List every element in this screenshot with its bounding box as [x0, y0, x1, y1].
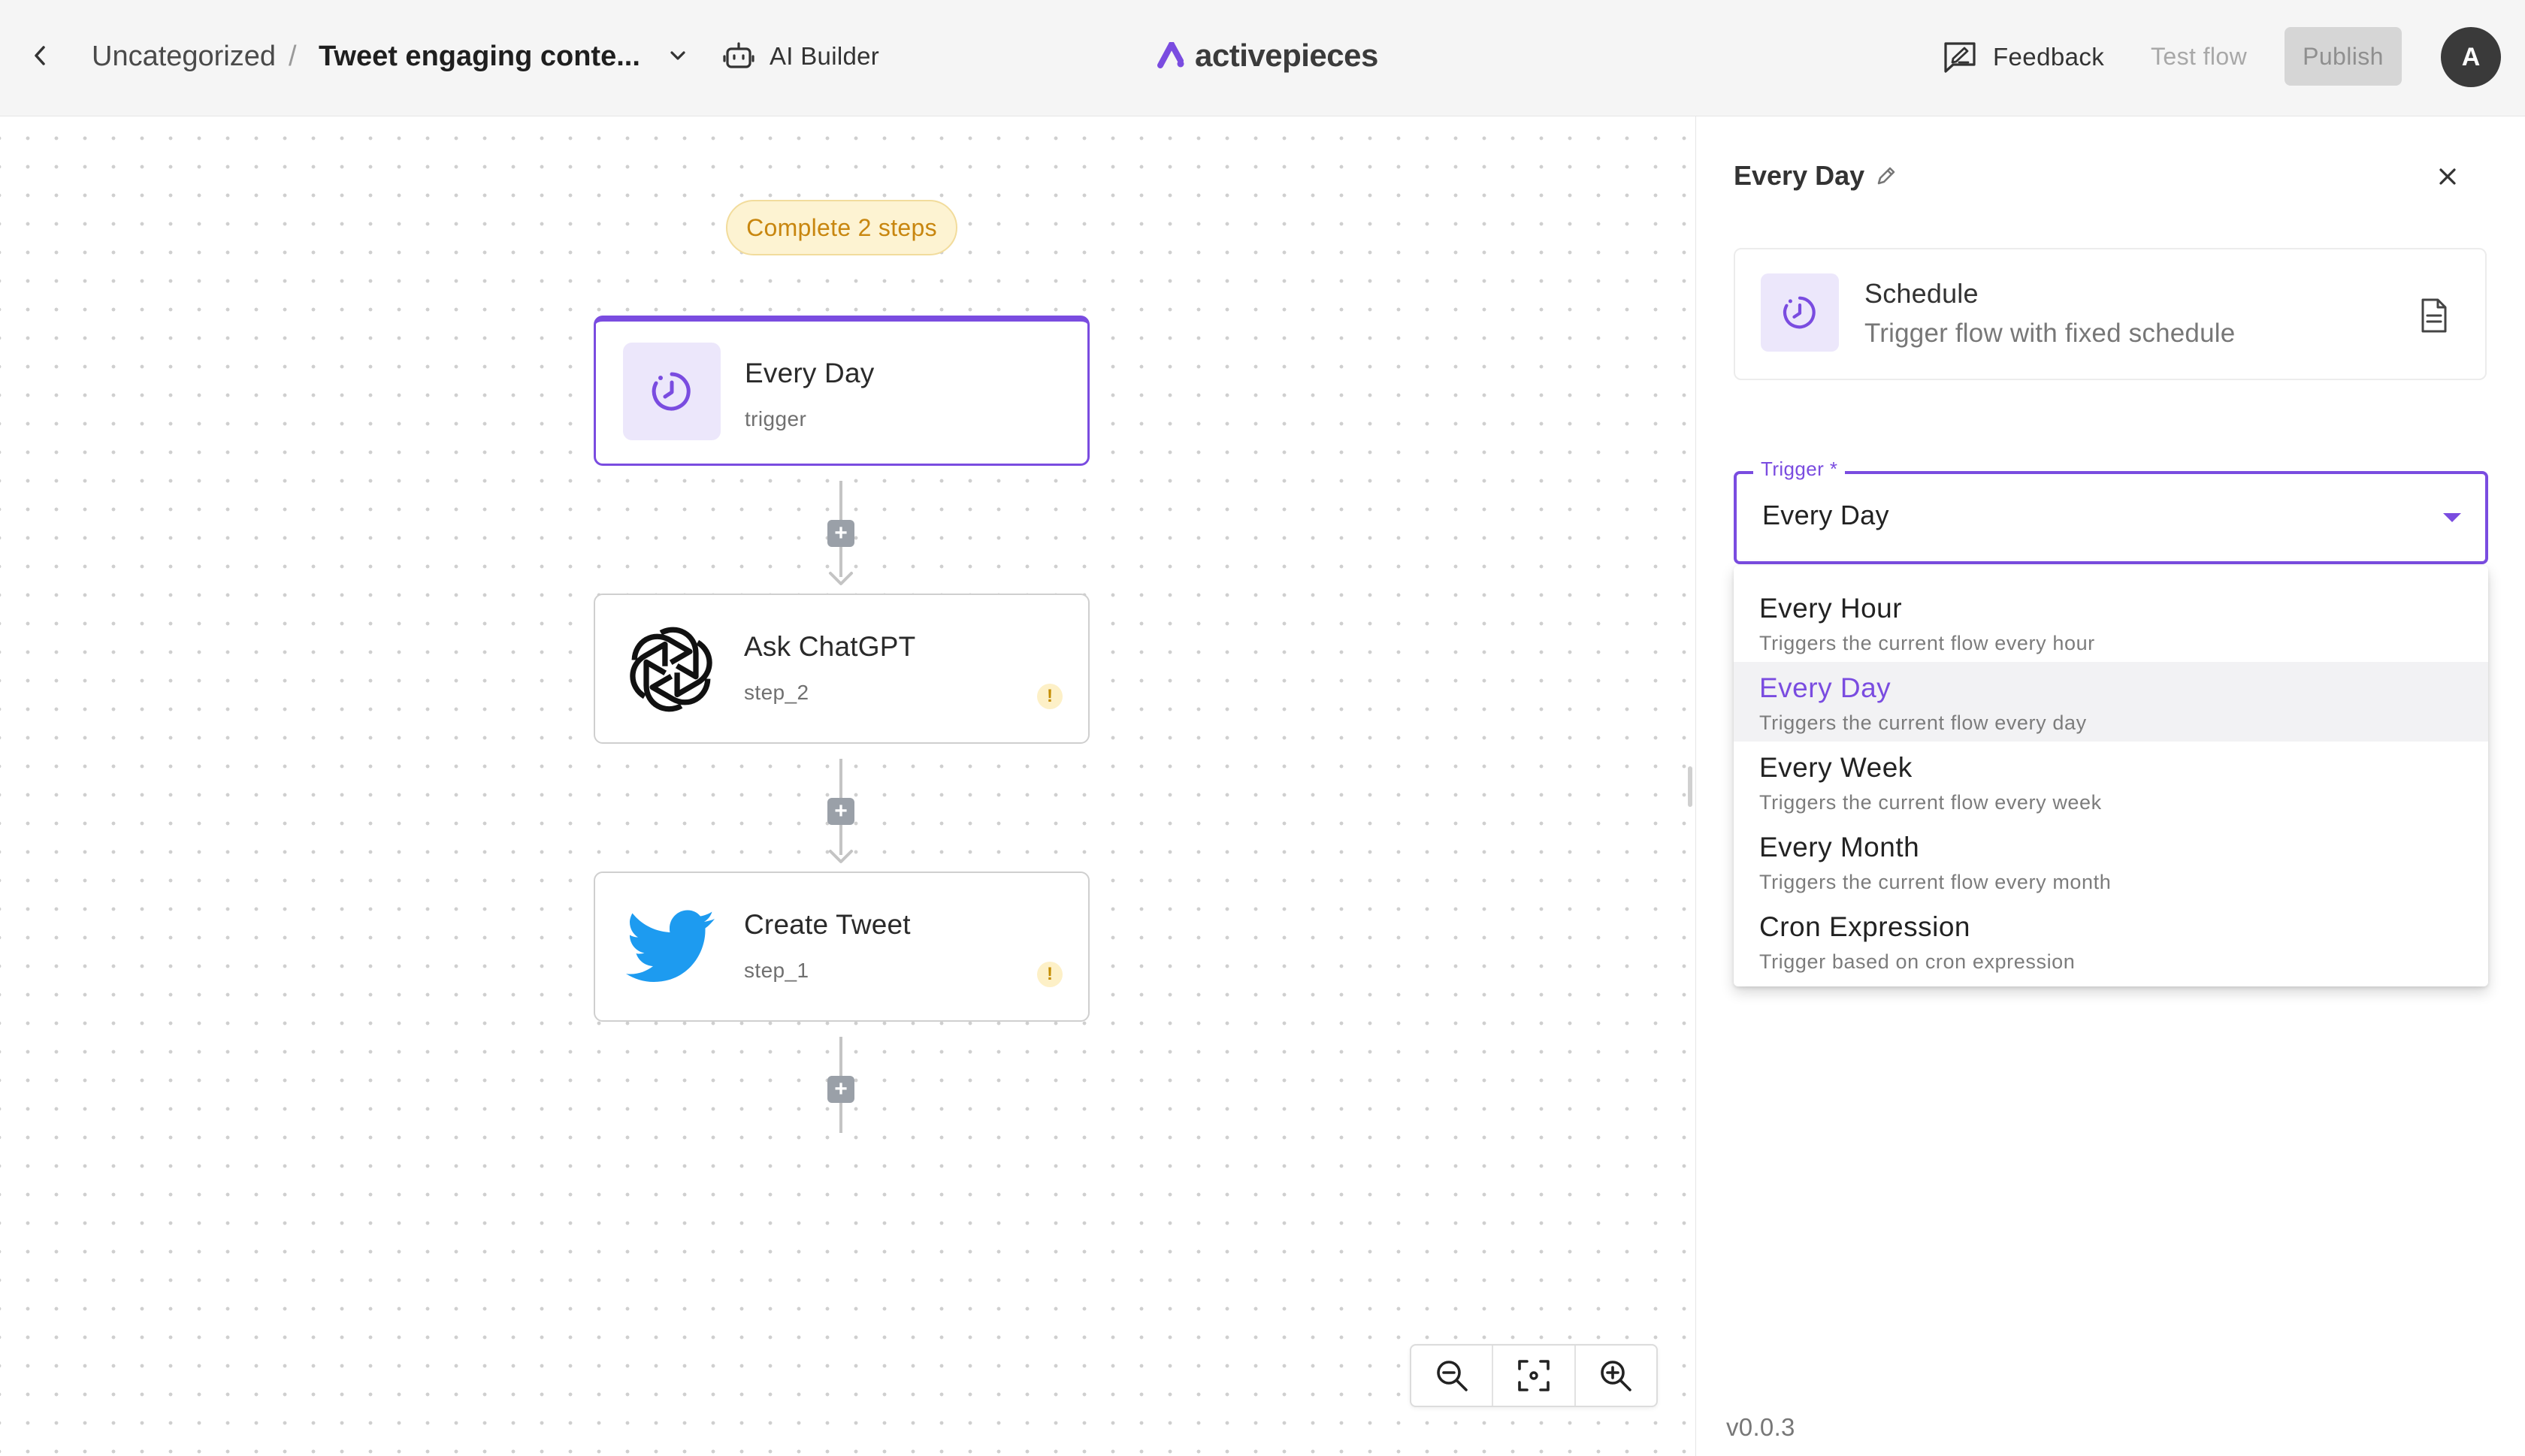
- warning-icon: !: [1037, 684, 1063, 709]
- step-card-create-tweet[interactable]: Create Tweet step_1 !: [594, 871, 1090, 1022]
- connector-line: [839, 1037, 842, 1082]
- test-flow-button[interactable]: Test flow: [2151, 39, 2247, 74]
- step-card-ask-chatgpt[interactable]: Ask ChatGPT step_2 !: [594, 594, 1090, 744]
- option-description: Triggers the current flow every day: [1759, 711, 2087, 734]
- step-card-trigger[interactable]: Every Day trigger: [594, 316, 1090, 466]
- option-every-month[interactable]: Every Month Triggers the current flow ev…: [1734, 821, 2488, 901]
- version-label: v0.0.3: [1726, 1413, 1795, 1441]
- option-label: Every Month: [1759, 832, 1920, 862]
- robot-icon: [723, 42, 754, 68]
- dropdown-caret-icon: [2443, 513, 2461, 522]
- document-icon: [2421, 298, 2447, 333]
- documentation-button[interactable]: [2412, 292, 2457, 340]
- top-bar: Uncategorized / Tweet engaging conte... …: [0, 0, 2525, 116]
- piece-name: Schedule: [1864, 278, 1979, 309]
- trigger-select[interactable]: Trigger * Every Day: [1734, 458, 2488, 564]
- fit-view-button[interactable]: [1493, 1346, 1576, 1406]
- activepieces-logo-icon: [1157, 42, 1184, 68]
- close-panel-button[interactable]: [2427, 156, 2469, 198]
- option-label: Cron Expression: [1759, 911, 1971, 942]
- option-label: Every Hour: [1759, 593, 1903, 624]
- brand-logo: activepieces: [1157, 33, 1378, 78]
- connector-line: [839, 1103, 842, 1133]
- option-description: Triggers the current flow every week: [1759, 791, 2102, 814]
- panel-title-text: Every Day: [1734, 160, 1865, 191]
- trigger-select-value: Every Day: [1762, 500, 1889, 530]
- step-subtitle: step_2: [744, 681, 809, 704]
- piece-icon-box: [1761, 273, 1839, 352]
- option-cron-expression[interactable]: Cron Expression Trigger based on cron ex…: [1734, 901, 2488, 980]
- user-avatar[interactable]: A: [2441, 27, 2501, 87]
- feedback-label: Feedback: [1993, 43, 2105, 71]
- feedback-button[interactable]: Feedback: [1942, 35, 2104, 80]
- warning-icon: !: [1037, 962, 1063, 987]
- breadcrumb-folder[interactable]: Uncategorized: [92, 38, 276, 75]
- chevron-left-icon: [35, 46, 45, 65]
- option-every-hour[interactable]: Every Hour Triggers the current flow eve…: [1734, 582, 2488, 662]
- step-icon-box: [622, 621, 720, 718]
- feedback-icon: [1944, 42, 1976, 73]
- step-icon-box: [623, 343, 721, 440]
- incomplete-steps-badge: Complete 2 steps: [726, 200, 957, 255]
- flow-menu-button[interactable]: [661, 36, 694, 75]
- option-label: Every Day: [1759, 672, 1891, 703]
- piece-description: Trigger flow with fixed schedule: [1864, 319, 2236, 348]
- arrow-down-icon: [829, 572, 853, 585]
- step-subtitle: step_1: [744, 959, 809, 982]
- step-title: Ask ChatGPT: [744, 631, 916, 662]
- close-icon: [2439, 168, 2456, 185]
- schedule-icon: [652, 372, 691, 411]
- zoom-in-button[interactable]: [1576, 1346, 1656, 1406]
- ai-builder-button[interactable]: AI Builder: [723, 35, 879, 78]
- step-subtitle: trigger: [745, 407, 807, 430]
- pencil-icon[interactable]: [1875, 165, 1898, 187]
- panel-resize-handle[interactable]: [1688, 766, 1692, 807]
- trigger-select-label: Trigger *: [1753, 458, 1846, 481]
- add-step-button[interactable]: +: [827, 1076, 854, 1103]
- zoom-in-icon: [1601, 1361, 1632, 1391]
- ai-builder-label: AI Builder: [770, 42, 880, 70]
- flow-name[interactable]: Tweet engaging conte...: [319, 38, 640, 75]
- flow-canvas[interactable]: Complete 2 steps Every Day trigger + Ask…: [0, 116, 1688, 1456]
- connector-line: [839, 481, 842, 526]
- option-description: Trigger based on cron expression: [1759, 950, 2076, 973]
- zoom-out-button[interactable]: [1411, 1346, 1494, 1406]
- zoom-controls: [1410, 1344, 1658, 1407]
- publish-button[interactable]: Publish: [2285, 27, 2402, 86]
- add-step-button[interactable]: +: [827, 798, 854, 825]
- panel-title[interactable]: Every Day: [1734, 160, 1898, 192]
- step-settings-panel: Every Day Schedule Trigger flow with fix…: [1695, 116, 2525, 1456]
- step-title: Create Tweet: [744, 909, 911, 940]
- option-every-day[interactable]: Every Day Triggers the current flow ever…: [1734, 662, 2488, 742]
- option-description: Triggers the current flow every hour: [1759, 632, 2095, 654]
- piece-info-card: Schedule Trigger flow with fixed schedul…: [1734, 248, 2487, 380]
- trigger-options-dropdown: Every Hour Triggers the current flow eve…: [1734, 566, 2488, 986]
- schedule-icon: [1783, 296, 1816, 329]
- zoom-out-icon: [1436, 1361, 1468, 1391]
- option-description: Triggers the current flow every month: [1759, 871, 2112, 893]
- twitter-icon: [626, 910, 715, 982]
- step-icon-box: [622, 899, 720, 996]
- add-step-button[interactable]: +: [827, 520, 854, 547]
- option-label: Every Week: [1759, 752, 1913, 783]
- connector-line: [839, 759, 842, 804]
- arrow-down-icon: [829, 850, 853, 863]
- openai-icon: [630, 627, 712, 712]
- breadcrumb-separator: /: [289, 41, 297, 72]
- fit-view-icon: [1518, 1360, 1550, 1391]
- option-every-week[interactable]: Every Week Triggers the current flow eve…: [1734, 742, 2488, 821]
- back-button[interactable]: [23, 35, 57, 77]
- step-title: Every Day: [745, 358, 875, 388]
- brand-name: activepieces: [1195, 38, 1378, 73]
- chevron-down-icon: [670, 51, 685, 60]
